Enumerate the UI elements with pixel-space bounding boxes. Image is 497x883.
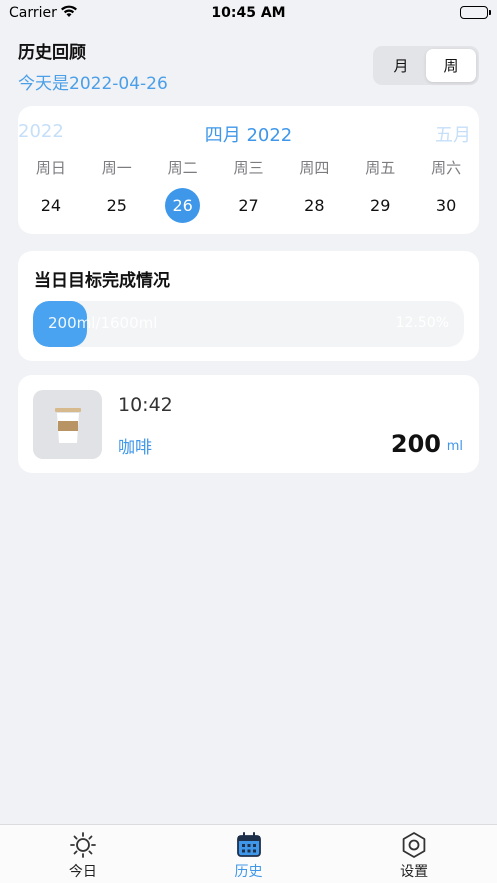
daily-goal-card: 当日目标完成情况 200ml/1600ml 12.50% <box>18 251 479 361</box>
calendar-day-number: 28 <box>304 196 325 215</box>
weekday-label: 周三 <box>233 159 264 177</box>
tab-bar: 今日 历史 设置 <box>0 824 497 883</box>
calendar-day[interactable]: 29 <box>347 188 413 222</box>
week-calendar-card: 2022 四月 2022 五月 周日 周一 周二 周三 周四 周五 周六 24 … <box>18 106 479 234</box>
calendar-day-number: 30 <box>435 196 457 215</box>
calendar-day-selected[interactable]: 26 <box>150 188 216 223</box>
tab-settings-label: 设置 <box>400 864 429 880</box>
calendar-day-number: 27 <box>238 196 259 215</box>
calendar-day[interactable]: 30 <box>413 188 479 222</box>
calendar-day-number: 26 <box>165 188 201 223</box>
goal-title: 当日目标完成情况 <box>34 271 170 291</box>
record-unit: ml <box>446 439 463 454</box>
goal-percent-text: 12.50% <box>395 315 449 331</box>
tab-today-label: 今日 <box>68 864 97 880</box>
goal-progress-bar: 200ml/1600ml 12.50% <box>33 301 464 347</box>
page-title: 历史回顾 <box>18 43 86 63</box>
record-amount: 200 <box>390 430 441 458</box>
coffee-cup-icon <box>33 390 102 459</box>
calendar-day[interactable]: 25 <box>84 188 150 222</box>
next-month-label[interactable]: 五月 <box>435 121 471 147</box>
tab-today[interactable]: 今日 <box>0 825 166 883</box>
calendar-day[interactable]: 27 <box>216 188 282 222</box>
goal-progress-text: 200ml/1600ml <box>48 314 158 332</box>
weekday-label: 周六 <box>431 159 462 177</box>
sun-icon <box>69 832 96 858</box>
calendar-day-number: 25 <box>106 196 127 215</box>
weekday-label: 周一 <box>101 159 132 177</box>
calendar-day[interactable]: 24 <box>18 188 84 222</box>
record-drink-name: 咖啡 <box>118 438 152 458</box>
tab-history[interactable]: 历史 <box>166 825 332 883</box>
weekday-label: 周日 <box>35 159 66 177</box>
record-time: 10:42 <box>118 394 173 416</box>
drink-record-card[interactable]: 10:42 咖啡 200 ml <box>18 375 479 473</box>
battery-icon <box>460 6 491 19</box>
weekday-header-row: 周日 周一 周二 周三 周四 周五 周六 <box>18 157 479 178</box>
clock-time: 10:45 AM <box>211 5 286 21</box>
segment-week[interactable]: 周 <box>426 49 476 82</box>
status-bar: Carrier 10:45 AM <box>0 0 497 26</box>
settings-hexagon-icon <box>402 832 426 858</box>
period-segmented-control: 月 周 <box>373 46 479 85</box>
calendar-day-number: 24 <box>40 196 62 215</box>
tab-history-label: 历史 <box>234 864 263 880</box>
weekday-label: 周四 <box>299 159 330 177</box>
calendar-day[interactable]: 28 <box>281 188 347 222</box>
tab-settings[interactable]: 设置 <box>331 825 497 883</box>
date-row: 24 25 26 27 28 29 30 <box>18 188 479 223</box>
calendar-icon <box>236 832 261 857</box>
weekday-label: 周二 <box>167 159 198 177</box>
today-date-label: 今天是2022-04-26 <box>18 74 168 94</box>
current-month-label: 四月 2022 <box>204 125 293 146</box>
weekday-label: 周五 <box>365 159 396 177</box>
segment-month[interactable]: 月 <box>376 49 426 82</box>
calendar-day-number: 29 <box>370 196 391 215</box>
